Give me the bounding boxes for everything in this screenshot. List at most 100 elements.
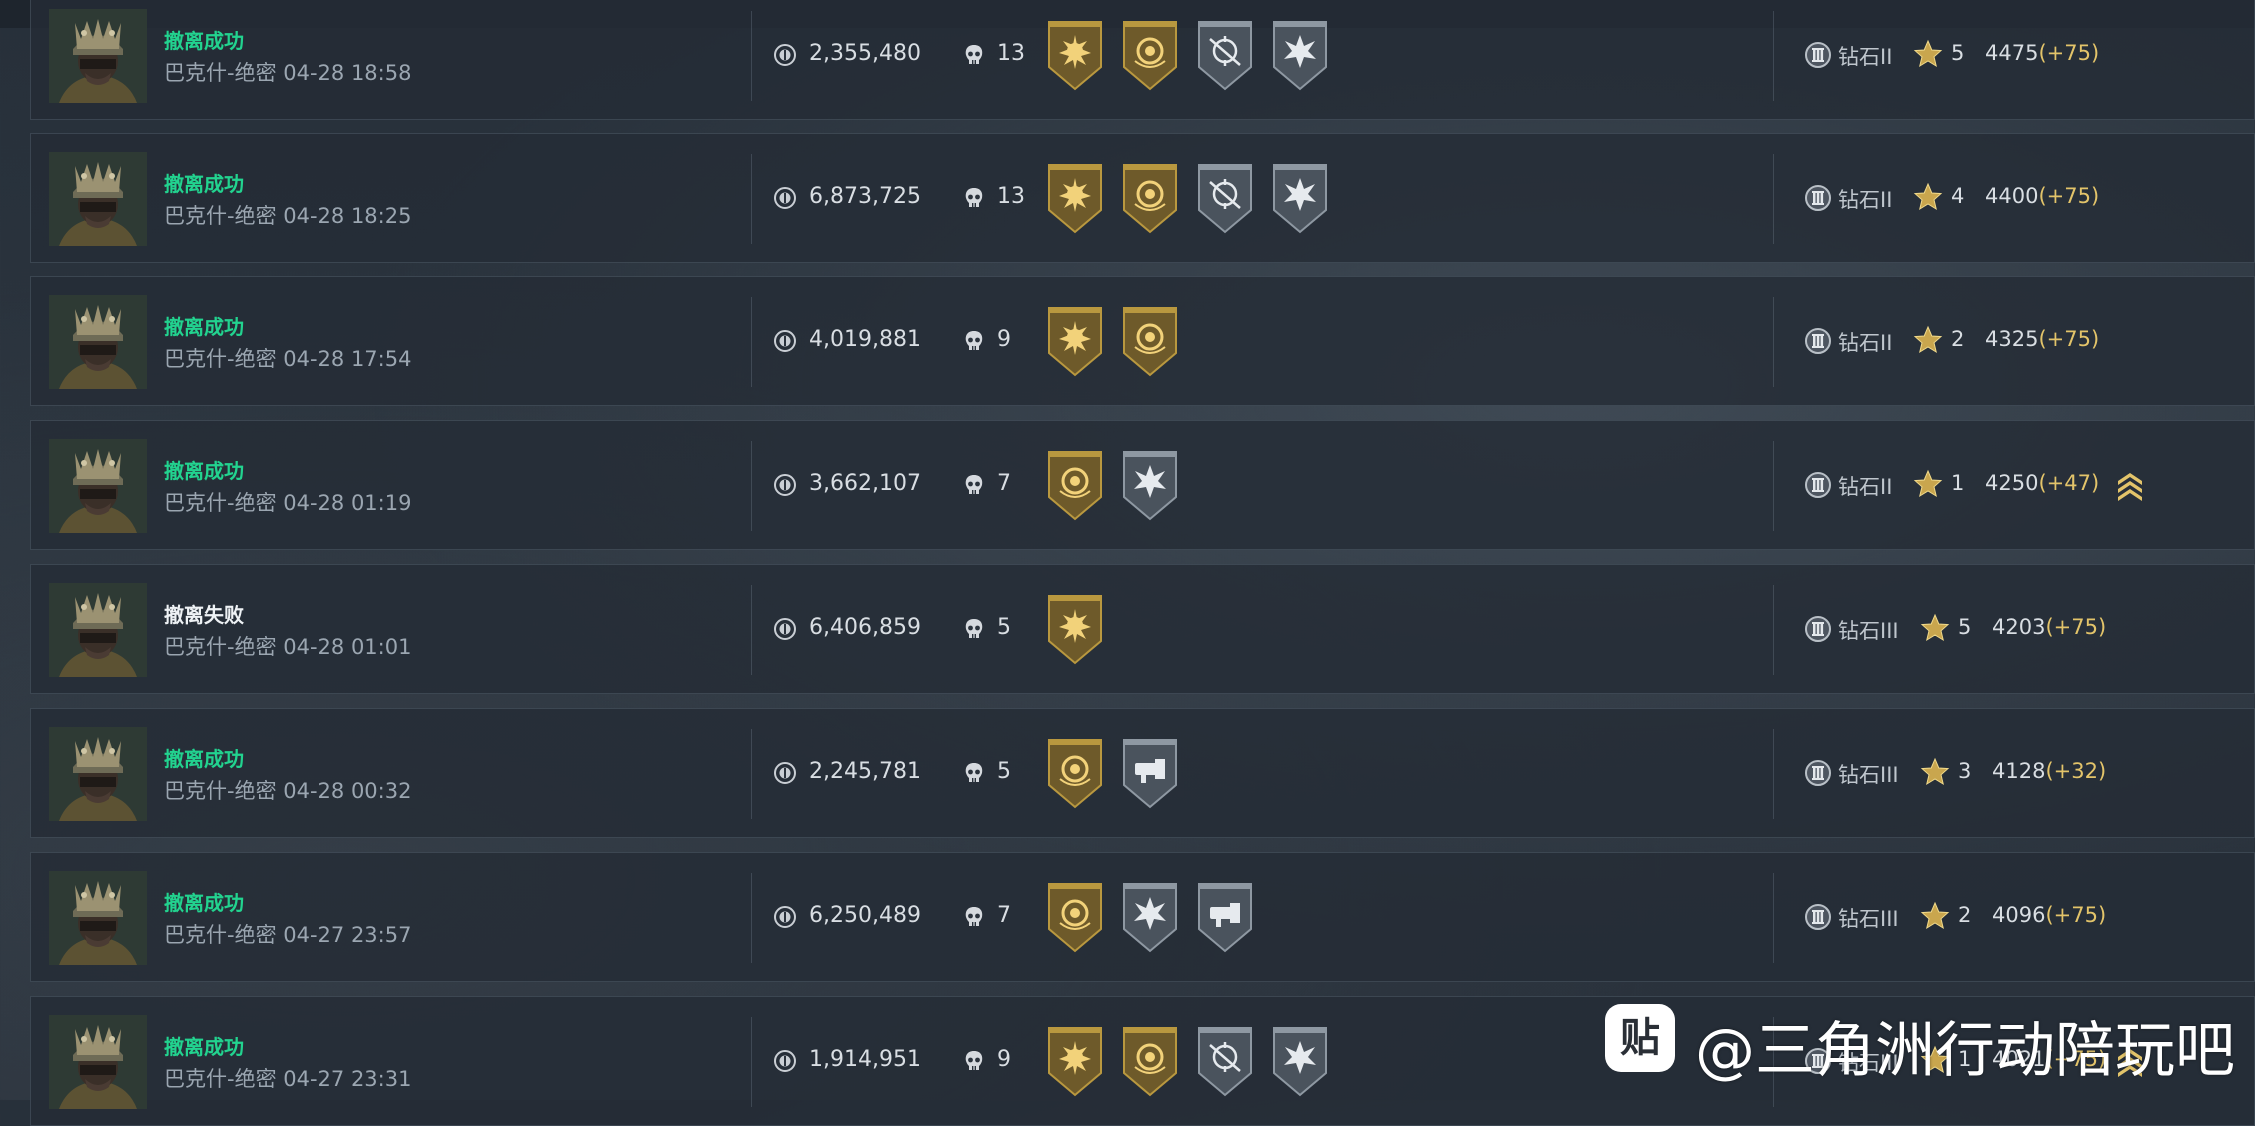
- gold-coin-badge-icon[interactable]: [1046, 883, 1104, 953]
- kill-count: 13: [997, 41, 1025, 66]
- gold-coin-badge-icon[interactable]: [1121, 164, 1179, 234]
- operator-avatar: [49, 1015, 147, 1109]
- skull-icon: [963, 186, 985, 210]
- divider: [751, 11, 752, 101]
- divider: [1773, 729, 1774, 819]
- rank-name: 钻石II: [1838, 188, 1893, 212]
- star-icon: [1913, 182, 1943, 212]
- match-row[interactable]: 撤离成功 巴克什-绝密 04-28 18:25 6,873,725 13 钻石II 4 44…: [30, 133, 2255, 263]
- rank-name: 钻石II: [1838, 331, 1893, 355]
- silver-burst-badge-icon[interactable]: [1271, 1027, 1329, 1097]
- tieba-logo-icon: 贴: [1605, 1004, 1675, 1072]
- score-value: 4128: [1992, 759, 2046, 783]
- score-value: 4325: [1985, 327, 2039, 351]
- gold-coin-badge-icon[interactable]: [1046, 451, 1104, 521]
- silver-hammer-badge-icon[interactable]: [1121, 739, 1179, 809]
- silver-burst-badge-icon[interactable]: [1121, 451, 1179, 521]
- silver-target-badge-icon[interactable]: [1196, 164, 1254, 234]
- map-mode-time: 巴克什-绝密 04-28 17:54: [164, 347, 412, 371]
- skull-icon: [963, 905, 985, 929]
- match-row[interactable]: 撤离成功 巴克什-绝密 04-27 23:57 6,250,489 7 钻石III 2 40…: [30, 852, 2255, 982]
- star-icon: [1920, 613, 1950, 643]
- operator-avatar: [49, 727, 147, 821]
- score-delta: (+75): [2038, 184, 2100, 208]
- score-delta: (+75): [2045, 615, 2107, 639]
- extraction-status: 撤离成功: [164, 1035, 244, 1059]
- score-delta: (+32): [2045, 759, 2107, 783]
- operator-avatar: [49, 152, 147, 246]
- map-mode-time: 巴克什-绝密 04-28 00:32: [164, 779, 412, 803]
- gold-coin-badge-icon[interactable]: [1046, 739, 1104, 809]
- extraction-status: 撤离成功: [164, 29, 244, 53]
- match-row[interactable]: 撤离成功 巴克什-绝密 04-28 00:32 2,245,781 5 钻石III 3 41…: [30, 708, 2255, 838]
- kill-count: 9: [997, 327, 1011, 352]
- gold-coin-badge-icon[interactable]: [1121, 1027, 1179, 1097]
- gold-sun-badge-icon[interactable]: [1046, 1027, 1104, 1097]
- star-count: 5: [1951, 41, 1965, 65]
- gold-sun-badge-icon[interactable]: [1046, 595, 1104, 665]
- map-mode-time: 巴克什-绝密 04-27 23:31: [164, 1067, 412, 1091]
- match-row[interactable]: 撤离成功 巴克什-绝密 04-28 17:54 4,019,881 9 钻石II 2 432…: [30, 276, 2255, 406]
- rank-name: 钻石II: [1838, 475, 1893, 499]
- extraction-status: 撤离失败: [164, 603, 244, 627]
- star-icon: [1913, 469, 1943, 499]
- match-row[interactable]: 撤离成功 巴克什-绝密 04-28 01:19 3,662,107 7 钻石II 1 425…: [30, 420, 2255, 550]
- gold-sun-badge-icon[interactable]: [1046, 21, 1104, 91]
- map-mode-time: 巴克什-绝密 04-28 01:19: [164, 491, 412, 515]
- silver-hammer-badge-icon[interactable]: [1196, 883, 1254, 953]
- score-value: 4475: [1985, 41, 2039, 65]
- silver-target-badge-icon[interactable]: [1196, 1027, 1254, 1097]
- divider: [751, 873, 752, 963]
- promotion-chevron-icon: [2116, 467, 2144, 501]
- silver-burst-badge-icon[interactable]: [1271, 21, 1329, 91]
- extraction-status: 撤离成功: [164, 891, 244, 915]
- star-count: 2: [1958, 903, 1972, 927]
- rank-tier-icon: [1804, 471, 1832, 499]
- operator-avatar: [49, 295, 147, 389]
- gold-coin-badge-icon[interactable]: [1121, 307, 1179, 377]
- map-mode-time: 巴克什-绝密 04-28 18:58: [164, 61, 412, 85]
- score-delta: (+75): [2038, 41, 2100, 65]
- coin-icon: [773, 617, 797, 641]
- match-row[interactable]: 撤离成功 巴克什-绝密 04-28 18:58 2,355,480 13 钻石II 5 44…: [30, 0, 2255, 120]
- match-row[interactable]: 撤离失败 巴克什-绝密 04-28 01:01 6,406,859 5 钻石III 5 42…: [30, 564, 2255, 694]
- extracted-value: 6,250,489: [809, 903, 921, 928]
- coin-icon: [773, 905, 797, 929]
- kill-count: 7: [997, 471, 1011, 496]
- rank-tier-icon: [1804, 615, 1832, 643]
- star-count: 5: [1958, 615, 1972, 639]
- star-icon: [1920, 901, 1950, 931]
- divider: [1773, 11, 1774, 101]
- silver-burst-badge-icon[interactable]: [1121, 883, 1179, 953]
- map-mode-time: 巴克什-绝密 04-28 18:25: [164, 204, 412, 228]
- coin-icon: [773, 329, 797, 353]
- score-delta: (+75): [2038, 327, 2100, 351]
- watermark-text: @三角洲行动陪玩吧: [1695, 1016, 2235, 1086]
- divider: [751, 297, 752, 387]
- gold-sun-badge-icon[interactable]: [1046, 164, 1104, 234]
- coin-icon: [773, 1049, 797, 1073]
- rank-score: 4475(+75): [1985, 41, 2099, 65]
- extracted-value: 4,019,881: [809, 327, 921, 352]
- gold-coin-badge-icon[interactable]: [1121, 21, 1179, 91]
- star-icon: [1913, 325, 1943, 355]
- score-value: 4250: [1985, 471, 2039, 495]
- rank-score: 4096(+75): [1992, 903, 2106, 927]
- rank-name: 钻石III: [1838, 763, 1899, 787]
- rank-tier-icon: [1804, 41, 1832, 69]
- rank-name: 钻石II: [1838, 45, 1893, 69]
- skull-icon: [963, 617, 985, 641]
- extraction-status: 撤离成功: [164, 315, 244, 339]
- extraction-status: 撤离成功: [164, 172, 244, 196]
- divider: [751, 729, 752, 819]
- silver-burst-badge-icon[interactable]: [1271, 164, 1329, 234]
- rank-tier-icon: [1804, 184, 1832, 212]
- rank-score: 4203(+75): [1992, 615, 2106, 639]
- silver-target-badge-icon[interactable]: [1196, 21, 1254, 91]
- kill-count: 5: [997, 759, 1011, 784]
- skull-icon: [963, 473, 985, 497]
- gold-sun-badge-icon[interactable]: [1046, 307, 1104, 377]
- coin-icon: [773, 186, 797, 210]
- star-count: 3: [1958, 759, 1972, 783]
- star-count: 4: [1951, 184, 1965, 208]
